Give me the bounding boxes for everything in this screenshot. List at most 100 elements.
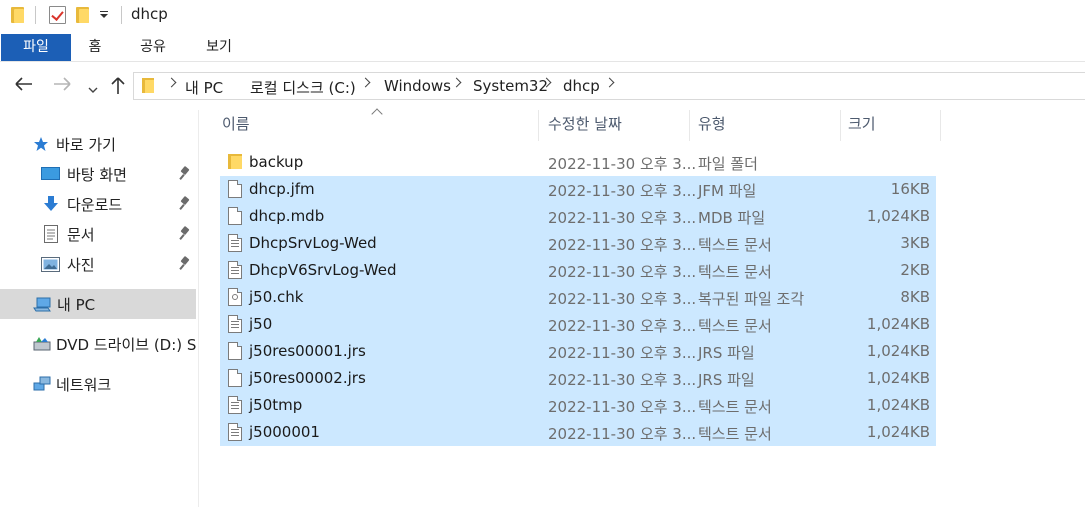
chevron-right-icon[interactable] (166, 77, 177, 88)
file-row-0[interactable]: backup 2022-11-30 오후 3... 파일 폴더 (220, 149, 936, 176)
file-row-2[interactable]: dhcp.mdb 2022-11-30 오후 3... MDB 파일 1,024… (220, 203, 936, 230)
chk-file-icon (228, 288, 242, 306)
sidebar-item-label: 문서 (67, 226, 95, 244)
file-row-9[interactable]: j50tmp 2022-11-30 오후 3... 텍스트 문서 1,024KB (220, 392, 936, 419)
column-divider[interactable] (689, 110, 690, 141)
file-type: JRS 파일 (698, 344, 755, 362)
up-arrow-icon[interactable] (110, 76, 126, 101)
file-type: 파일 폴더 (698, 155, 758, 173)
file-name: j50res00002.jrs (249, 369, 366, 387)
sidebar-item-label: 바로 가기 (56, 136, 116, 154)
folder-icon (228, 154, 242, 169)
breadcrumb-local-disk[interactable]: 로컬 디스크 (C:) (250, 77, 356, 98)
file-name: dhcp.mdb (249, 207, 325, 225)
file-name: DhcpV6SrvLog-Wed (249, 261, 397, 279)
sidebar-item-documents[interactable]: 문서 (0, 219, 196, 249)
forward-arrow-icon[interactable] (52, 75, 72, 98)
text-file-icon (228, 396, 242, 414)
pin-icon[interactable] (180, 227, 190, 241)
text-file-icon (228, 315, 242, 333)
sidebar-item-network[interactable]: 네트워크 (0, 369, 196, 399)
divider (121, 6, 122, 24)
properties-check-icon[interactable] (49, 6, 66, 24)
folder-icon[interactable] (11, 7, 24, 23)
file-row-5[interactable]: j50.chk 2022-11-30 오후 3... 복구된 파일 조각 8KB (220, 284, 936, 311)
pin-icon[interactable] (180, 257, 190, 271)
folder-icon (142, 78, 154, 93)
file-date: 2022-11-30 오후 3... (548, 344, 697, 362)
file-row-1[interactable]: dhcp.jfm 2022-11-30 오후 3... JFM 파일 16KB (220, 176, 936, 203)
tab-file[interactable]: 파일 (1, 34, 71, 61)
file-date: 2022-11-30 오후 3... (548, 425, 697, 443)
sidebar-item-quick-access[interactable]: 바로 가기 (0, 129, 196, 159)
sidebar-item-dvd-drive[interactable]: DVD 드라이브 (D:) S (0, 329, 196, 359)
sidebar-item-label: 사진 (67, 256, 95, 274)
sidebar-item-label: 네트워크 (56, 376, 112, 394)
tab-view[interactable]: 보기 (196, 34, 242, 61)
file-row-4[interactable]: DhcpV6SrvLog-Wed 2022-11-30 오후 3... 텍스트 … (220, 257, 936, 284)
file-row-10[interactable]: j5000001 2022-11-30 오후 3... 텍스트 문서 1,024… (220, 419, 936, 446)
file-date: 2022-11-30 오후 3... (548, 317, 697, 335)
recent-locations-chevron-icon[interactable] (88, 79, 98, 100)
file-date: 2022-11-30 오후 3... (548, 236, 697, 254)
column-header-name[interactable]: 이름 (222, 113, 250, 139)
pin-icon[interactable] (180, 197, 190, 211)
sidebar-item-downloads[interactable]: 다운로드 (0, 189, 196, 219)
file-icon (228, 342, 242, 360)
file-type: MDB 파일 (698, 209, 766, 227)
column-divider[interactable] (538, 110, 539, 141)
file-date: 2022-11-30 오후 3... (548, 155, 697, 173)
chevron-right-icon[interactable] (360, 77, 371, 88)
pictures-icon (41, 257, 60, 272)
network-icon (33, 376, 51, 391)
file-name: j50 (249, 315, 273, 333)
column-header-size[interactable]: 크기 (848, 113, 876, 139)
sidebar-item-desktop[interactable]: 바탕 화면 (0, 159, 196, 189)
file-size: 1,024KB (866, 423, 930, 441)
file-type: 텍스트 문서 (698, 263, 772, 281)
chevron-right-icon[interactable] (604, 77, 615, 88)
column-header-type[interactable]: 유형 (698, 113, 726, 139)
back-arrow-icon[interactable] (14, 75, 34, 98)
file-type: JFM 파일 (698, 182, 757, 200)
file-size: 8KB (900, 288, 930, 306)
file-date: 2022-11-30 오후 3... (548, 263, 697, 281)
breadcrumb-system32[interactable]: System32 (473, 77, 548, 95)
file-row-3[interactable]: DhcpSrvLog-Wed 2022-11-30 오후 3... 텍스트 문서… (220, 230, 936, 257)
tab-home[interactable]: 홈 (79, 34, 111, 61)
file-type: JRS 파일 (698, 371, 755, 389)
dvd-drive-icon (33, 337, 51, 351)
new-folder-icon[interactable] (76, 7, 89, 23)
column-divider[interactable] (940, 110, 941, 141)
file-type: 텍스트 문서 (698, 236, 772, 254)
divider (35, 6, 36, 24)
file-size: 2KB (900, 261, 930, 279)
quick-access-dropdown-icon[interactable] (99, 9, 109, 21)
text-file-icon (228, 261, 242, 279)
tab-share[interactable]: 공유 (130, 34, 176, 61)
breadcrumb-dhcp[interactable]: dhcp (563, 77, 600, 95)
window-title: dhcp (131, 5, 168, 23)
column-divider[interactable] (840, 110, 841, 141)
file-size: 1,024KB (866, 369, 930, 387)
sidebar-item-label: 다운로드 (67, 196, 123, 214)
sidebar-item-this-pc[interactable]: 내 PC (0, 289, 196, 319)
file-row-6[interactable]: j50 2022-11-30 오후 3... 텍스트 문서 1,024KB (220, 311, 936, 338)
file-name: dhcp.jfm (249, 180, 315, 198)
breadcrumb-this-pc[interactable]: 내 PC (185, 77, 223, 98)
file-row-7[interactable]: j50res00001.jrs 2022-11-30 오후 3... JRS 파… (220, 338, 936, 365)
pin-icon[interactable] (180, 167, 190, 181)
ribbon-tabs: 파일 홈 공유 보기 (0, 31, 1085, 62)
sidebar-item-pictures[interactable]: 사진 (0, 249, 196, 279)
breadcrumb-windows[interactable]: Windows (384, 77, 451, 95)
chevron-right-icon[interactable] (451, 77, 462, 88)
file-row-8[interactable]: j50res00002.jrs 2022-11-30 오후 3... JRS 파… (220, 365, 936, 392)
column-header-date[interactable]: 수정한 날짜 (548, 113, 622, 139)
file-name: backup (249, 153, 304, 171)
file-size: 1,024KB (866, 315, 930, 333)
file-size: 3KB (900, 234, 930, 252)
star-icon (34, 137, 48, 151)
document-icon (44, 225, 58, 243)
file-icon (228, 180, 242, 198)
address-bar[interactable]: 내 PC 로컬 디스크 (C:) Windows System32 dhcp (133, 72, 1085, 100)
